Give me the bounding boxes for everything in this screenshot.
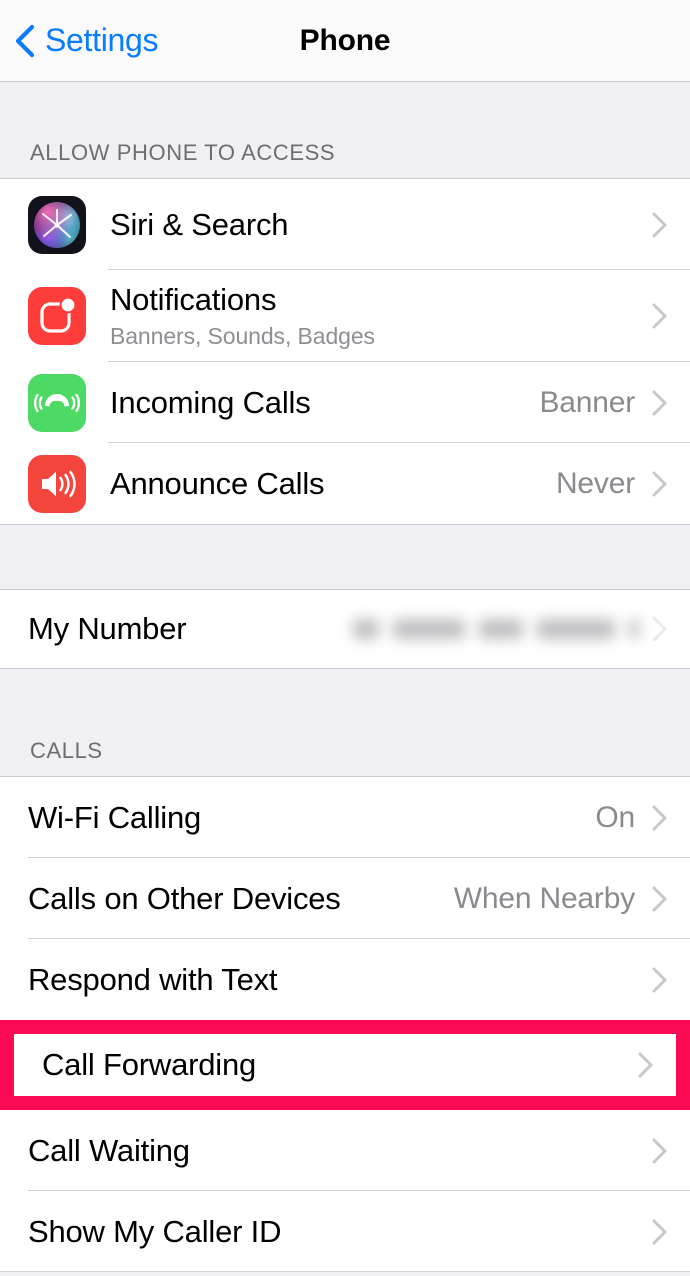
row-text-respond-with-text: Respond with Text — [28, 962, 651, 998]
row-notifications[interactable]: Notifications Banners, Sounds, Badges — [0, 270, 690, 362]
row-title: Notifications — [110, 282, 277, 318]
siri-starburst-icon — [42, 208, 72, 238]
group-my-number: My Number — [0, 589, 690, 669]
section-header-calls: CALLS — [0, 669, 690, 776]
incoming-call-icon — [28, 373, 86, 432]
group-allow-access: Siri & Search Notifications Banners, Sou… — [0, 178, 690, 525]
phone-settings-screen: Settings Phone ALLOW PHONE TO ACCESS Sir… — [0, 0, 690, 1276]
row-text-my-number: My Number — [28, 611, 353, 647]
highlight-box-call-forwarding: Call Forwarding — [0, 1020, 690, 1110]
row-incoming-calls[interactable]: Incoming Calls Banner — [0, 362, 690, 443]
row-text-call-forwarding: Call Forwarding — [42, 1047, 637, 1083]
row-title: Call Waiting — [28, 1132, 190, 1168]
row-title: Announce Calls — [110, 465, 325, 501]
row-call-forwarding[interactable]: Call Forwarding — [14, 1034, 676, 1096]
row-text-wifi-calling: Wi-Fi Calling — [28, 800, 595, 836]
row-show-my-caller-id[interactable]: Show My Caller ID — [0, 1191, 690, 1272]
back-button-settings[interactable]: Settings — [0, 22, 159, 59]
chevron-right-icon — [652, 212, 667, 237]
notification-badge-glyph — [40, 296, 77, 333]
row-text-call-waiting: Call Waiting — [28, 1133, 651, 1169]
notifications-icon — [28, 287, 86, 345]
row-title: Wi-Fi Calling — [28, 799, 202, 835]
row-value: Banner — [539, 385, 635, 419]
row-text-show-my-caller-id: Show My Caller ID — [28, 1214, 651, 1250]
row-title: Respond with Text — [28, 961, 278, 997]
row-title: Show My Caller ID — [28, 1213, 282, 1249]
my-number-value-redacted — [353, 619, 639, 639]
chevron-right-icon — [652, 1219, 667, 1244]
speaker-waves-glyph — [42, 470, 76, 497]
row-text-siri: Siri & Search — [110, 207, 651, 243]
row-title: My Number — [28, 611, 187, 647]
chevron-left-icon — [15, 24, 35, 57]
row-siri-and-search[interactable]: Siri & Search — [0, 179, 690, 270]
row-call-waiting[interactable]: Call Waiting — [0, 1110, 690, 1191]
row-subtitle: Banners, Sounds, Badges — [110, 322, 375, 349]
row-value: On — [595, 800, 635, 834]
row-respond-with-text[interactable]: Respond with Text — [0, 939, 690, 1020]
row-title: Calls on Other Devices — [28, 880, 341, 916]
announce-calls-icon — [28, 454, 86, 513]
row-value: When Nearby — [453, 881, 635, 915]
row-text-announce-calls: Announce Calls — [110, 466, 556, 502]
row-calls-on-other-devices[interactable]: Calls on Other Devices When Nearby — [0, 858, 690, 939]
row-title: Siri & Search — [110, 206, 289, 242]
siri-icon — [28, 195, 86, 254]
row-text-calls-on-other-devices: Calls on Other Devices — [28, 881, 454, 917]
row-title: Call Forwarding — [42, 1047, 257, 1083]
chevron-right-icon — [652, 390, 667, 415]
chevron-right-icon — [652, 303, 667, 329]
chevron-right-icon — [652, 805, 667, 830]
row-value: Never — [555, 466, 635, 500]
chevron-right-icon — [652, 1138, 667, 1163]
chevron-right-icon — [652, 471, 667, 496]
back-button-label: Settings — [45, 22, 159, 58]
navigation-bar: Settings Phone — [0, 0, 690, 82]
chevron-right-icon — [638, 1052, 653, 1078]
chevron-right-icon — [652, 886, 667, 911]
row-wifi-calling[interactable]: Wi-Fi Calling On — [0, 777, 690, 858]
row-announce-calls[interactable]: Announce Calls Never — [0, 443, 690, 524]
row-text-notifications: Notifications Banners, Sounds, Badges — [110, 282, 651, 350]
chevron-right-icon — [652, 616, 667, 642]
section-gap-1 — [0, 525, 690, 589]
row-my-number[interactable]: My Number — [0, 590, 690, 668]
chevron-right-icon — [652, 967, 667, 992]
group-calls: Wi-Fi Calling On Calls on Other Devices … — [0, 776, 690, 1272]
ringing-handset-glyph — [33, 393, 81, 412]
section-header-allow-access: ALLOW PHONE TO ACCESS — [0, 82, 690, 178]
row-title: Incoming Calls — [110, 384, 311, 420]
row-text-incoming-calls: Incoming Calls — [110, 385, 539, 421]
